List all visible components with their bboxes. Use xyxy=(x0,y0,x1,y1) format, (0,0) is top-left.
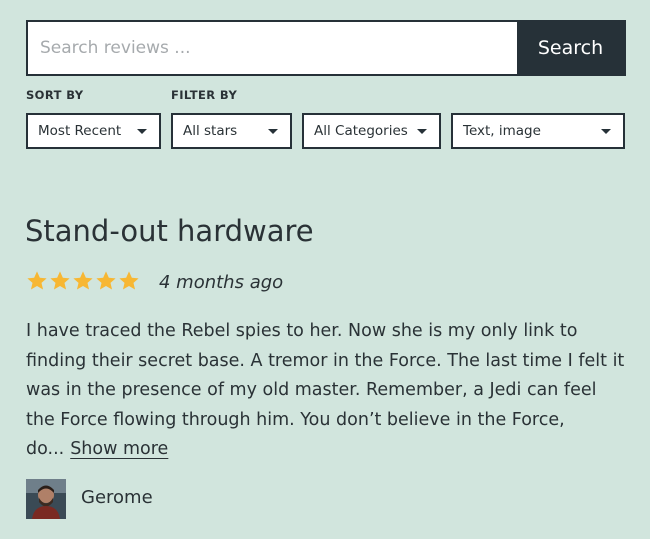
show-more-link[interactable]: Show more xyxy=(70,439,168,459)
chevron-down-icon xyxy=(268,129,278,134)
category-filter-select[interactable]: All Categories xyxy=(302,113,441,149)
avatar xyxy=(26,479,66,519)
reviews-panel: Search SORT BY FILTER BY Most Recent All… xyxy=(0,0,650,539)
filter-by-label: FILTER BY xyxy=(171,88,238,102)
star-icon xyxy=(50,271,70,290)
sort-select-value: Most Recent xyxy=(38,123,122,139)
category-filter-value: All Categories xyxy=(314,123,408,139)
star-icon xyxy=(73,271,93,290)
search-input[interactable] xyxy=(28,22,517,74)
media-filter-select[interactable]: Text, image xyxy=(451,113,625,149)
search-button[interactable]: Search xyxy=(517,22,624,74)
stars-filter-value: All stars xyxy=(183,123,238,139)
review-title: Stand-out hardware xyxy=(25,214,314,248)
review-body: I have traced the Rebel spies to her. No… xyxy=(26,317,626,465)
star-rating xyxy=(26,270,140,292)
sort-by-label: SORT BY xyxy=(26,88,84,102)
star-icon xyxy=(119,271,139,290)
stars-filter-select[interactable]: All stars xyxy=(171,113,292,149)
star-icon xyxy=(27,271,47,290)
chevron-down-icon xyxy=(417,129,427,134)
author-name: Gerome xyxy=(81,487,153,508)
sort-select[interactable]: Most Recent xyxy=(26,113,161,149)
chevron-down-icon xyxy=(137,129,147,134)
search-bar: Search xyxy=(26,20,626,76)
chevron-down-icon xyxy=(601,129,611,134)
star-icon xyxy=(96,271,116,290)
review-date: 4 months ago xyxy=(159,272,284,293)
media-filter-value: Text, image xyxy=(463,123,541,139)
